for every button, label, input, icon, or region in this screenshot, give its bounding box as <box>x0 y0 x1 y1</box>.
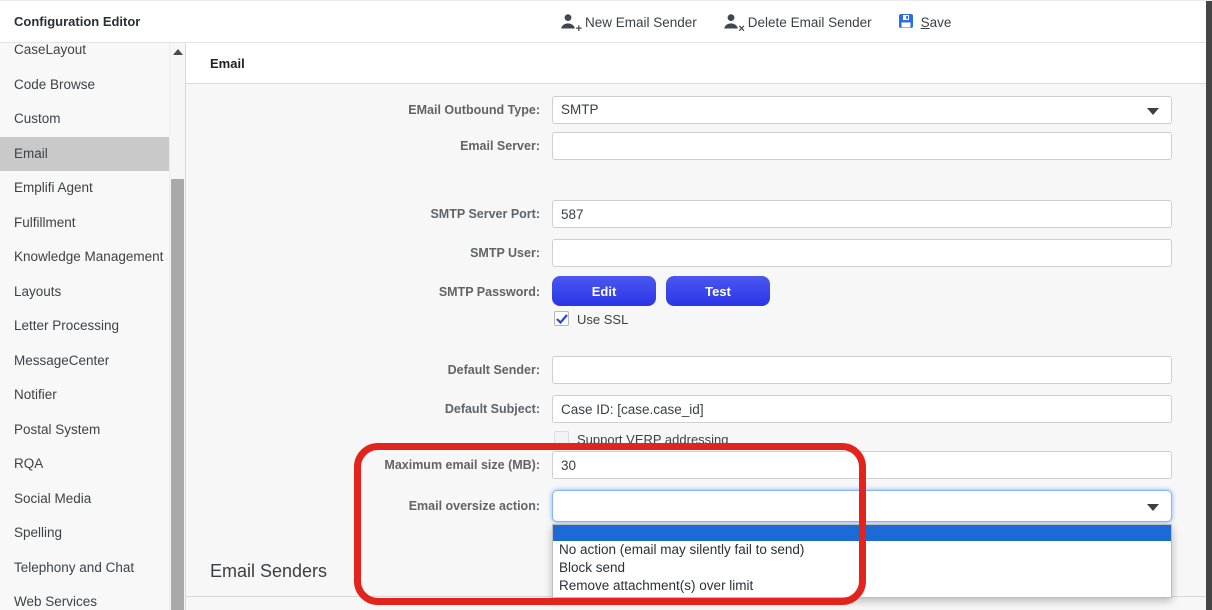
sidebar-item[interactable]: Email <box>0 137 169 172</box>
smtp-user-input[interactable] <box>552 239 1172 267</box>
sidebar-item[interactable]: Spelling <box>0 516 169 551</box>
configuration-editor-window: Configuration Editor + New Email Sender … <box>0 0 1212 610</box>
window-right-edge <box>1206 1 1212 610</box>
top-toolbar: Configuration Editor + New Email Sender … <box>0 1 1212 43</box>
toolbar-actions: + New Email Sender × Delete Email Sender… <box>560 1 951 43</box>
sidebar-item[interactable]: Telephony and Chat <box>0 551 169 586</box>
new-email-sender-button[interactable]: + New Email Sender <box>560 13 697 31</box>
user-plus-icon: + <box>560 13 578 31</box>
chevron-down-icon <box>1147 504 1159 511</box>
default-sender-label: Default Sender: <box>200 356 540 384</box>
save-label: Save <box>921 15 952 30</box>
config-category-sidebar: CaseLayoutCode BrowseCustomEmailEmplifi … <box>0 43 186 610</box>
verp-label: Support VERP addressing <box>577 432 729 447</box>
sidebar-item[interactable]: Postal System <box>0 413 169 448</box>
chevron-down-icon <box>1147 108 1159 115</box>
new-email-sender-label: New Email Sender <box>585 15 697 30</box>
sidebar-item[interactable]: Fulfillment <box>0 206 169 241</box>
oversize-action-dropdown-list: No action (email may silently fail to se… <box>552 524 1172 598</box>
sidebar-item[interactable]: CaseLayout <box>0 43 169 68</box>
save-button[interactable]: Save <box>898 13 952 32</box>
smtp-port-label: SMTP Server Port: <box>200 200 540 228</box>
use-ssl-label: Use SSL <box>577 312 628 327</box>
sidebar-item[interactable]: Social Media <box>0 482 169 517</box>
sidebar-item[interactable]: Web Services <box>0 585 169 610</box>
default-subject-input[interactable] <box>552 395 1172 423</box>
verp-checkbox[interactable] <box>554 431 569 446</box>
user-x-icon: × <box>723 13 741 31</box>
smtp-password-test-button[interactable]: Test <box>666 276 770 306</box>
email-server-input[interactable] <box>552 132 1172 160</box>
oversize-action-label: Email oversize action: <box>200 490 540 522</box>
sidebar-item[interactable]: RQA <box>0 447 169 482</box>
oversize-action-select[interactable] <box>552 490 1172 522</box>
scroll-up-arrow-icon[interactable] <box>173 49 183 55</box>
sidebar-item[interactable]: Letter Processing <box>0 309 169 344</box>
sidebar-scrollbar-thumb[interactable] <box>171 179 184 610</box>
sidebar-item[interactable]: Code Browse <box>0 68 169 103</box>
use-ssl-checkbox[interactable] <box>554 311 569 326</box>
delete-email-sender-label: Delete Email Sender <box>748 15 872 30</box>
smtp-password-edit-button[interactable]: Edit <box>552 276 656 306</box>
max-size-label: Maximum email size (MB): <box>200 451 540 479</box>
dropdown-option[interactable]: No action (email may silently fail to se… <box>553 541 1171 559</box>
outbound-type-label: EMail Outbound Type: <box>200 96 540 124</box>
smtp-port-input[interactable] <box>552 200 1172 228</box>
panel-header: Email <box>186 43 1206 84</box>
email-senders-section-title: Email Senders <box>210 561 327 582</box>
dropdown-option[interactable]: Block send <box>553 559 1171 577</box>
floppy-save-icon <box>898 13 914 32</box>
sidebar-item[interactable]: MessageCenter <box>0 344 169 379</box>
sidebar-item[interactable]: Custom <box>0 102 169 137</box>
sidebar-item[interactable]: Notifier <box>0 378 169 413</box>
outbound-type-select[interactable]: SMTP <box>552 96 1172 124</box>
dropdown-option[interactable]: Remove attachment(s) over limit <box>553 577 1171 595</box>
default-subject-label: Default Subject: <box>200 395 540 423</box>
email-server-label: Email Server: <box>200 132 540 160</box>
sidebar-list: CaseLayoutCode BrowseCustomEmailEmplifi … <box>0 43 186 610</box>
default-sender-input[interactable] <box>552 356 1172 384</box>
delete-email-sender-button[interactable]: × Delete Email Sender <box>723 13 872 31</box>
sidebar-item[interactable]: Knowledge Management <box>0 240 169 275</box>
panel-title: Email <box>210 43 245 84</box>
sidebar-item[interactable]: Layouts <box>0 275 169 310</box>
app-title: Configuration Editor <box>14 1 140 43</box>
sidebar-item[interactable]: Emplifi Agent <box>0 171 169 206</box>
email-settings-panel: Email EMail Outbound Type: SMTP Email Se… <box>186 43 1206 610</box>
smtp-password-label: SMTP Password: <box>200 277 540 307</box>
smtp-user-label: SMTP User: <box>200 239 540 267</box>
dropdown-option[interactable] <box>553 525 1171 541</box>
max-size-input[interactable] <box>552 451 1172 479</box>
